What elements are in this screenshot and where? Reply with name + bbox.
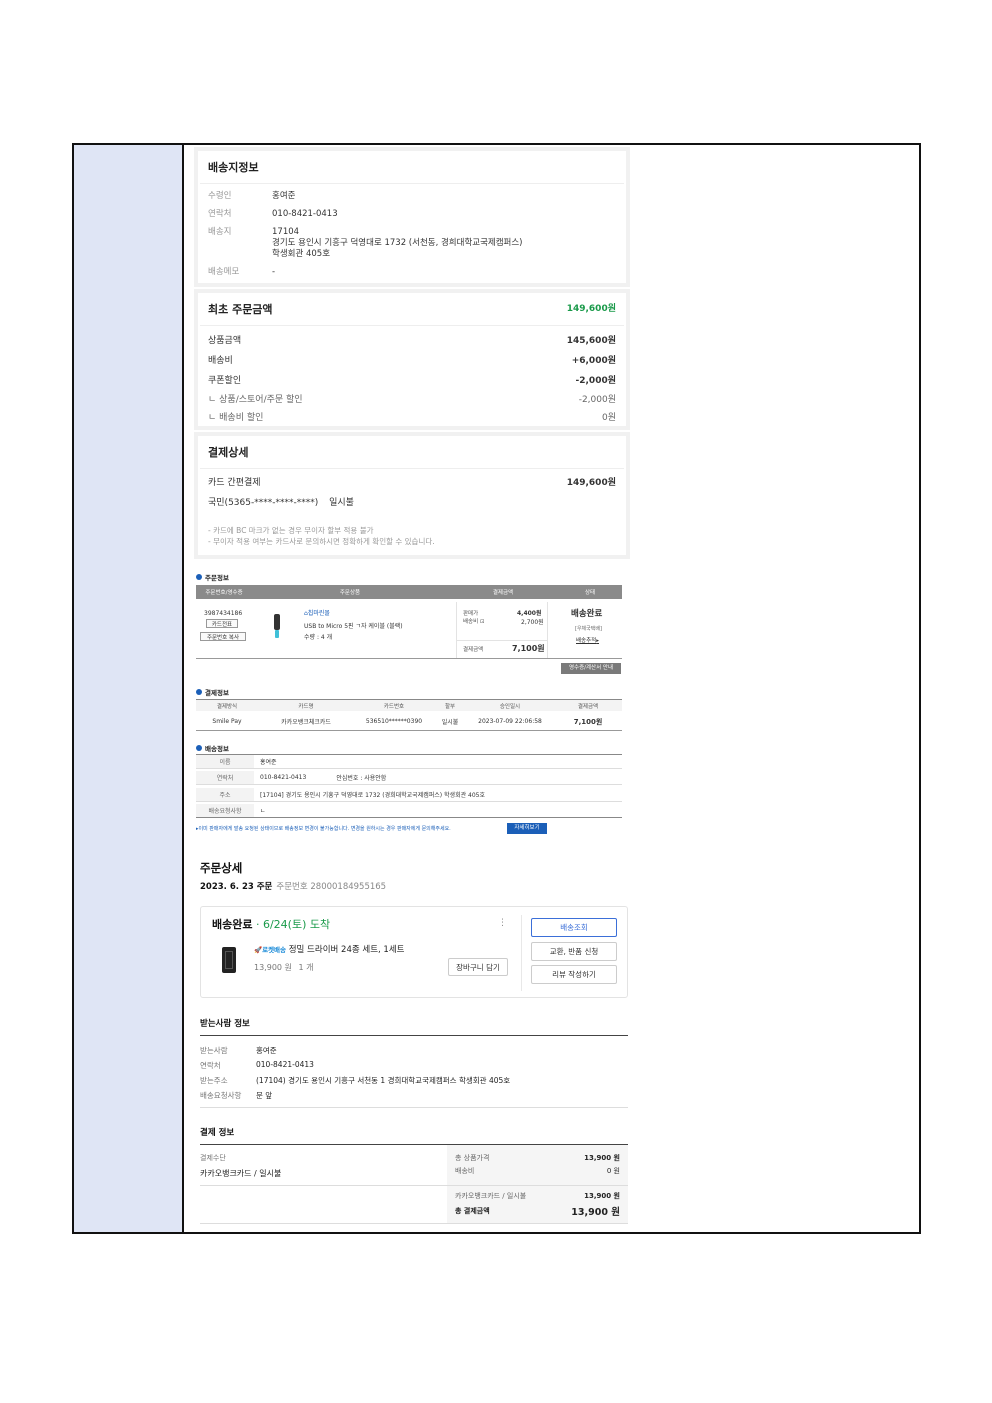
track-delivery-button[interactable]: 배송조회 bbox=[531, 918, 617, 937]
receiver-row: 받는주소 (17104) 경기도 용인시 기흥구 서천동 1 경희대학교국제캠퍼스… bbox=[200, 1076, 511, 1085]
price-divider bbox=[456, 640, 548, 641]
recipient-row: 수령인 홍여준 bbox=[208, 191, 296, 201]
product-image bbox=[222, 947, 236, 973]
amount-card: 최초 주문금액 149,600원 상품금액 145,600원 배송비 +6,000원… bbox=[194, 289, 630, 430]
order-info-title: 주문정보 bbox=[196, 572, 229, 582]
bullet-icon bbox=[196, 689, 202, 695]
rocket-icon: 🚀 bbox=[254, 946, 263, 954]
delivery-info-title: 배송정보 bbox=[196, 743, 229, 753]
amount-row: ㄴ 배송비 할인 0원 bbox=[208, 413, 616, 423]
payment-card: 결제상세 카드 간편결제 149,600원 국민(5365-****-****-… bbox=[194, 432, 630, 559]
payment-info-title: 결제정보 bbox=[196, 687, 229, 697]
receiver-title: 받는사람 정보 bbox=[200, 1019, 250, 1029]
order-status: 배송완료 bbox=[571, 609, 603, 619]
bullet-icon bbox=[196, 574, 202, 580]
pay-mid-divider bbox=[200, 1185, 628, 1186]
write-review-button[interactable]: 리뷰 작성하기 bbox=[531, 965, 617, 984]
receiver-row: 연락처 010-8421-0413 bbox=[200, 1060, 314, 1070]
pay-summary-row: 카카오뱅크카드 / 일시불 13,900 원 bbox=[455, 1192, 620, 1200]
product-title-line[interactable]: 🚀로켓배송 정밀 드라이버 24종 세트, 1세트 bbox=[254, 943, 404, 955]
paid-amount: 7,100원 bbox=[512, 644, 545, 653]
amount-row: ㄴ 상품/스토어/주문 할인 -2,000원 bbox=[208, 395, 616, 405]
pay-total-row: 총 결제금액 13,900 원 bbox=[455, 1207, 620, 1218]
payment-method: 카드 간편결제 bbox=[208, 478, 261, 488]
pay-bottom bbox=[200, 1223, 628, 1224]
card-number: 국민(5365-****-****-****) bbox=[208, 498, 319, 508]
payment-table-row: Smile Pay 카카오뱅크체크카드 536510******0390 일시불… bbox=[196, 713, 622, 731]
card-divider bbox=[521, 915, 522, 991]
rocket-badge: 로켓배송 bbox=[262, 946, 287, 954]
pay-summary-row: 배송비 0 원 bbox=[455, 1167, 620, 1175]
item-price: 4,400원 bbox=[517, 610, 542, 617]
order-detail-title: 주문상세 bbox=[200, 861, 243, 875]
amount-total: 149,600원 bbox=[566, 304, 616, 314]
detail-button[interactable]: 자세히보기 bbox=[507, 823, 547, 834]
receipt-guide-button[interactable]: 영수증/계산서 안내 bbox=[561, 663, 621, 674]
more-icon[interactable]: ⋮ bbox=[498, 918, 507, 928]
product-price-line: 13,900 원 1 개 bbox=[254, 963, 314, 972]
courier: [우체국택배] bbox=[575, 626, 602, 632]
order-table-bottom bbox=[196, 658, 622, 659]
payment-table-header: 결제방식 카드명 카드번호 할부 승인일시 결제금액 bbox=[196, 699, 622, 711]
phone-row: 연락처 010-8421-0413 bbox=[208, 209, 338, 219]
amount-row: 상품금액 145,600원 bbox=[208, 336, 616, 346]
payment-note: - 카드에 BC 마크가 없는 경우 무이자 할부 적용 불가 bbox=[208, 526, 374, 535]
shipping-card: 배송지정보 수령인 홍여준 연락처 010-8421-0413 배송지 1710… bbox=[194, 147, 630, 287]
pay-method: 카카오뱅크카드 / 일시불 bbox=[200, 1169, 282, 1178]
left-label-column bbox=[74, 145, 184, 1232]
track-link[interactable]: 배송추적▸ bbox=[576, 636, 599, 644]
memo-row: 배송메모 - bbox=[208, 267, 276, 277]
product-thumbnail bbox=[272, 614, 282, 638]
delivery-notice: ▸이미 판매자에게 발송 요청된 상태이므로 배송정보 변경이 불가능합니다. … bbox=[196, 826, 451, 832]
payment-note: - 무이자 적용 여부는 카드사로 문의하시면 정확하게 확인할 수 있습니다. bbox=[208, 537, 435, 546]
amount-card-title: 최초 주문금액 bbox=[208, 303, 273, 316]
seller-name[interactable]: ⌂칩마린몰 bbox=[304, 608, 330, 617]
delivery-row: 연락처 010-8421-0413 안심번호 : 사용안함 bbox=[196, 771, 622, 785]
bullet-icon bbox=[196, 745, 202, 751]
add-to-cart-button[interactable]: 장바구니 담기 bbox=[448, 958, 508, 976]
product-name[interactable]: USB to Micro 5핀 ㄱ자 케이블 (블랙) bbox=[304, 621, 403, 630]
payment-amount: 149,600원 bbox=[566, 478, 616, 488]
info-icon: ⊡ bbox=[479, 619, 485, 625]
return-request-button[interactable]: 교환, 반품 신청 bbox=[531, 942, 617, 961]
arrow-right-icon: ▸ bbox=[596, 638, 600, 644]
amount-row: 배송비 +6,000원 bbox=[208, 356, 616, 366]
item-shipping: 2,700원 bbox=[521, 619, 544, 626]
card-slip-button[interactable]: 카드전표 bbox=[206, 619, 238, 628]
delivery-row: 이름 홍여준 bbox=[196, 755, 622, 769]
receiver-row: 배송요청사항 문 앞 bbox=[200, 1091, 273, 1100]
delivery-row: 주소 [17104] 경기도 용인시 기흥구 덕영대로 1732 (경희대학교국제… bbox=[196, 788, 622, 802]
payment-card-title: 결제상세 bbox=[200, 436, 624, 469]
delivery-row: 배송요청사항 ㄴ bbox=[196, 804, 622, 818]
pay-info-title: 결제 정보 bbox=[200, 1128, 235, 1138]
copy-order-number-button[interactable]: 주문번호 복사 bbox=[200, 632, 246, 641]
pay-method-label: 결제수단 bbox=[200, 1154, 226, 1162]
address-row: 배송지 17104 경기도 용인시 기흥구 덕영대로 1732 (서천동, 경희… bbox=[208, 227, 523, 259]
order-number: 3987434186 bbox=[204, 610, 243, 617]
installment: 일시불 bbox=[329, 498, 354, 508]
receiver-divider bbox=[200, 1035, 628, 1036]
delivery-status-line: 배송완료 · 6/24(토) 도착 bbox=[212, 918, 331, 931]
product-qty: 수량 : 4 개 bbox=[304, 634, 333, 641]
amount-row: 쿠폰할인 -2,000원 bbox=[208, 376, 616, 386]
order-date-line: 2023. 6. 23 주문 주문번호 28000184955165 bbox=[200, 882, 387, 892]
receiver-row: 받는사람 홍여준 bbox=[200, 1046, 277, 1055]
order-table-header: 주문번호/영수증 주문상품 결제금액 상태 bbox=[196, 585, 622, 599]
shipping-card-title: 배송지정보 bbox=[200, 151, 624, 184]
pay-summary-row: 총 상품가격 13,900 원 bbox=[455, 1154, 620, 1162]
receiver-bottom bbox=[200, 1107, 628, 1108]
